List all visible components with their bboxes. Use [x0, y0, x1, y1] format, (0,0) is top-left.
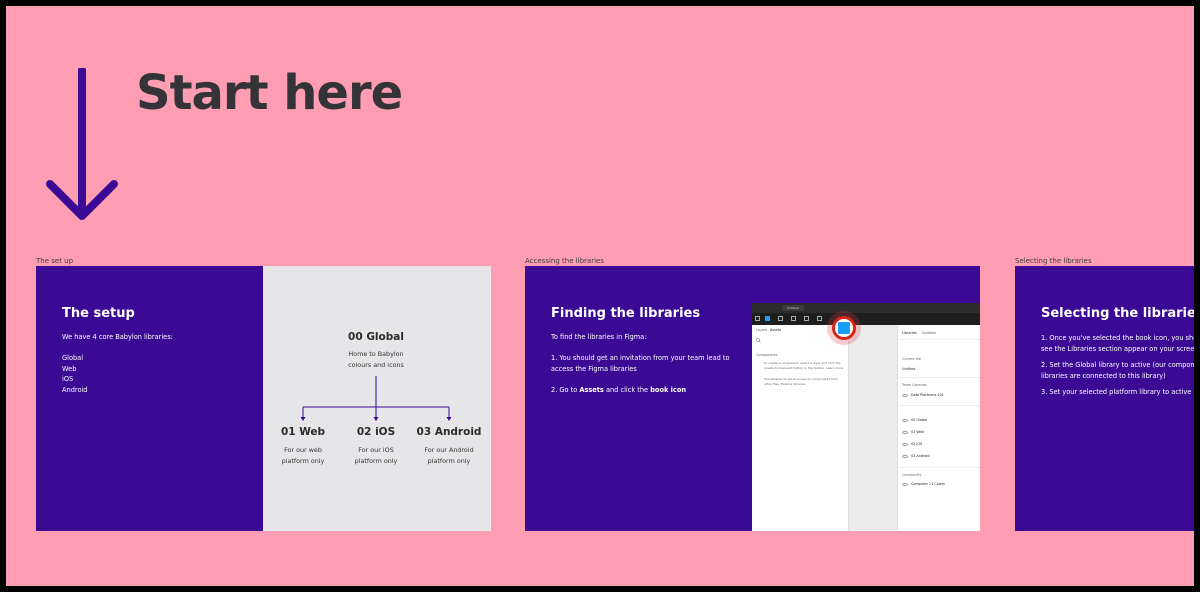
library-row[interactable]: 03 Android [911, 454, 930, 458]
panel-tab-libraries: Libraries [902, 331, 917, 335]
library-diagram: 00 Global Home to Babylon colours and ic… [263, 266, 491, 531]
figma-canvas: Start here The set up The setup We have … [6, 6, 1194, 586]
slide-step-2: 2. Set the Global library to active (our… [1041, 360, 1194, 381]
team-libraries-label: Team Libraries [902, 383, 927, 387]
library-list-item: Global [62, 354, 84, 362]
eye-icon [902, 455, 908, 458]
current-file-name: Untitled [902, 367, 916, 371]
figma-toolbar [752, 313, 980, 325]
frame-label-selecting[interactable]: Selecting the libraries [1015, 257, 1092, 265]
slide-step-1: 1. Once you've selected the book icon, y… [1041, 333, 1194, 354]
menu-icon [755, 316, 760, 321]
figma-help-text-2: Use libraries to quick access to compone… [764, 377, 839, 386]
step-line: see the Libraries section appear on your… [1041, 344, 1194, 353]
slide-title: Selecting the libraries [1041, 306, 1194, 321]
community-label: Community [902, 473, 922, 477]
frame-accessing[interactable]: Finding the libraries To find the librar… [525, 266, 980, 531]
diagram-node-ios: 02 iOS For our iOS platform only [341, 426, 411, 466]
slide-step-1: 1. You should get an invitation from you… [551, 353, 730, 374]
step-line: access the Figma libraries [551, 364, 637, 373]
frame-setup[interactable]: The setup We have 4 core Babylon librari… [36, 266, 491, 531]
step-bold-assets: Assets [579, 386, 604, 394]
frame-label-setup[interactable]: The set up [36, 257, 73, 265]
pen-tool-icon [804, 316, 809, 321]
frame-tool-icon [778, 316, 783, 321]
node-desc-line: For our Android [424, 446, 474, 454]
figma-section-components: Components [756, 353, 778, 357]
node-desc-line: platform only [281, 456, 325, 465]
figma-help-text-1: To create a component, select a layer an… [764, 361, 844, 370]
node-title: 01 Web [280, 426, 326, 438]
library-list: Global Web iOS Android [62, 353, 88, 395]
eye-icon [902, 483, 908, 486]
node-title: 02 iOS [356, 426, 396, 438]
library-row[interactable]: 00 Global [911, 418, 927, 422]
node-desc-line: platform only [354, 456, 398, 465]
panel-tab-updates: Updates [922, 331, 937, 335]
search-icon [756, 338, 761, 343]
book-icon[interactable] [838, 322, 850, 334]
slide-intro: To find the libraries in Figma: [551, 333, 647, 341]
step-line: 1. You should get an invitation from you… [551, 354, 730, 362]
community-library-name: Computer 11 Colors [911, 482, 945, 486]
shape-tool-icon [791, 316, 796, 321]
figma-titlebar: Untitled [752, 303, 980, 313]
node-desc-line: colours and icons [348, 360, 404, 369]
eye-icon [902, 394, 908, 397]
team-library-name: Data Platforms 101 [911, 393, 944, 397]
library-row[interactable]: 01 Web [911, 430, 924, 434]
node-desc-line: For our web [284, 446, 322, 454]
eye-icon [902, 443, 908, 446]
library-list-item: Android [62, 385, 88, 394]
figma-tab-layers: Layers [756, 328, 768, 332]
slide-step-2: 2. Go to Assets and click the book icon [551, 385, 686, 396]
diagram-node-web: 01 Web For our web platform only [268, 426, 338, 466]
node-desc-line: platform only [427, 456, 471, 465]
diagram-node-global: 00 Global Home to Babylon colours and ic… [326, 331, 426, 370]
eye-icon [902, 431, 908, 434]
slide-step-3: 3. Set your selected platform library to… [1041, 388, 1192, 396]
step-bold-book-icon: book icon [650, 386, 687, 394]
current-file-label: Current file [902, 357, 921, 361]
library-row[interactable]: 02 iOS [911, 442, 922, 446]
arrow-down-icon [46, 68, 118, 220]
diagram-node-android: 03 Android For our Android platform only [409, 426, 489, 466]
step-text: and click the [603, 386, 651, 394]
eye-icon [902, 419, 908, 422]
step-line: libraries are connected to this library) [1041, 371, 1166, 380]
figma-assets-panel: Layers Assets Components To create a com… [752, 325, 849, 531]
step-text: 2. Go to [551, 386, 580, 394]
node-desc-line: For our iOS [358, 446, 394, 454]
step-line: 2. Set the Global library to active (our… [1041, 361, 1194, 369]
frame-label-accessing[interactable]: Accessing the libraries [525, 257, 604, 265]
text-tool-icon [817, 316, 822, 321]
step-line: 1. Once you've selected the book icon, y… [1041, 334, 1194, 342]
library-list-item: iOS [62, 375, 74, 384]
page-heading: Start here [136, 65, 403, 121]
frame-selecting[interactable]: Selecting the libraries 1. Once you've s… [1015, 266, 1194, 531]
figma-file-tab: Untitled [782, 305, 804, 311]
library-list-item: Web [62, 364, 77, 373]
node-title: 00 Global [348, 331, 404, 343]
slide-intro: We have 4 core Babylon libraries: [62, 333, 173, 341]
node-desc-line: Home to Babylon [348, 350, 404, 358]
figma-tab-assets: Assets [770, 328, 782, 332]
move-tool-icon [765, 316, 770, 321]
figma-screenshot: Untitled Layers Assets Components To cre… [752, 303, 980, 531]
slide-title: Finding the libraries [551, 306, 701, 321]
figma-libraries-panel: Libraries Updates Current file Untitled … [897, 325, 980, 531]
diagram-connectors [300, 376, 452, 421]
slide-title: The setup [62, 306, 135, 321]
node-title: 03 Android [416, 426, 482, 438]
